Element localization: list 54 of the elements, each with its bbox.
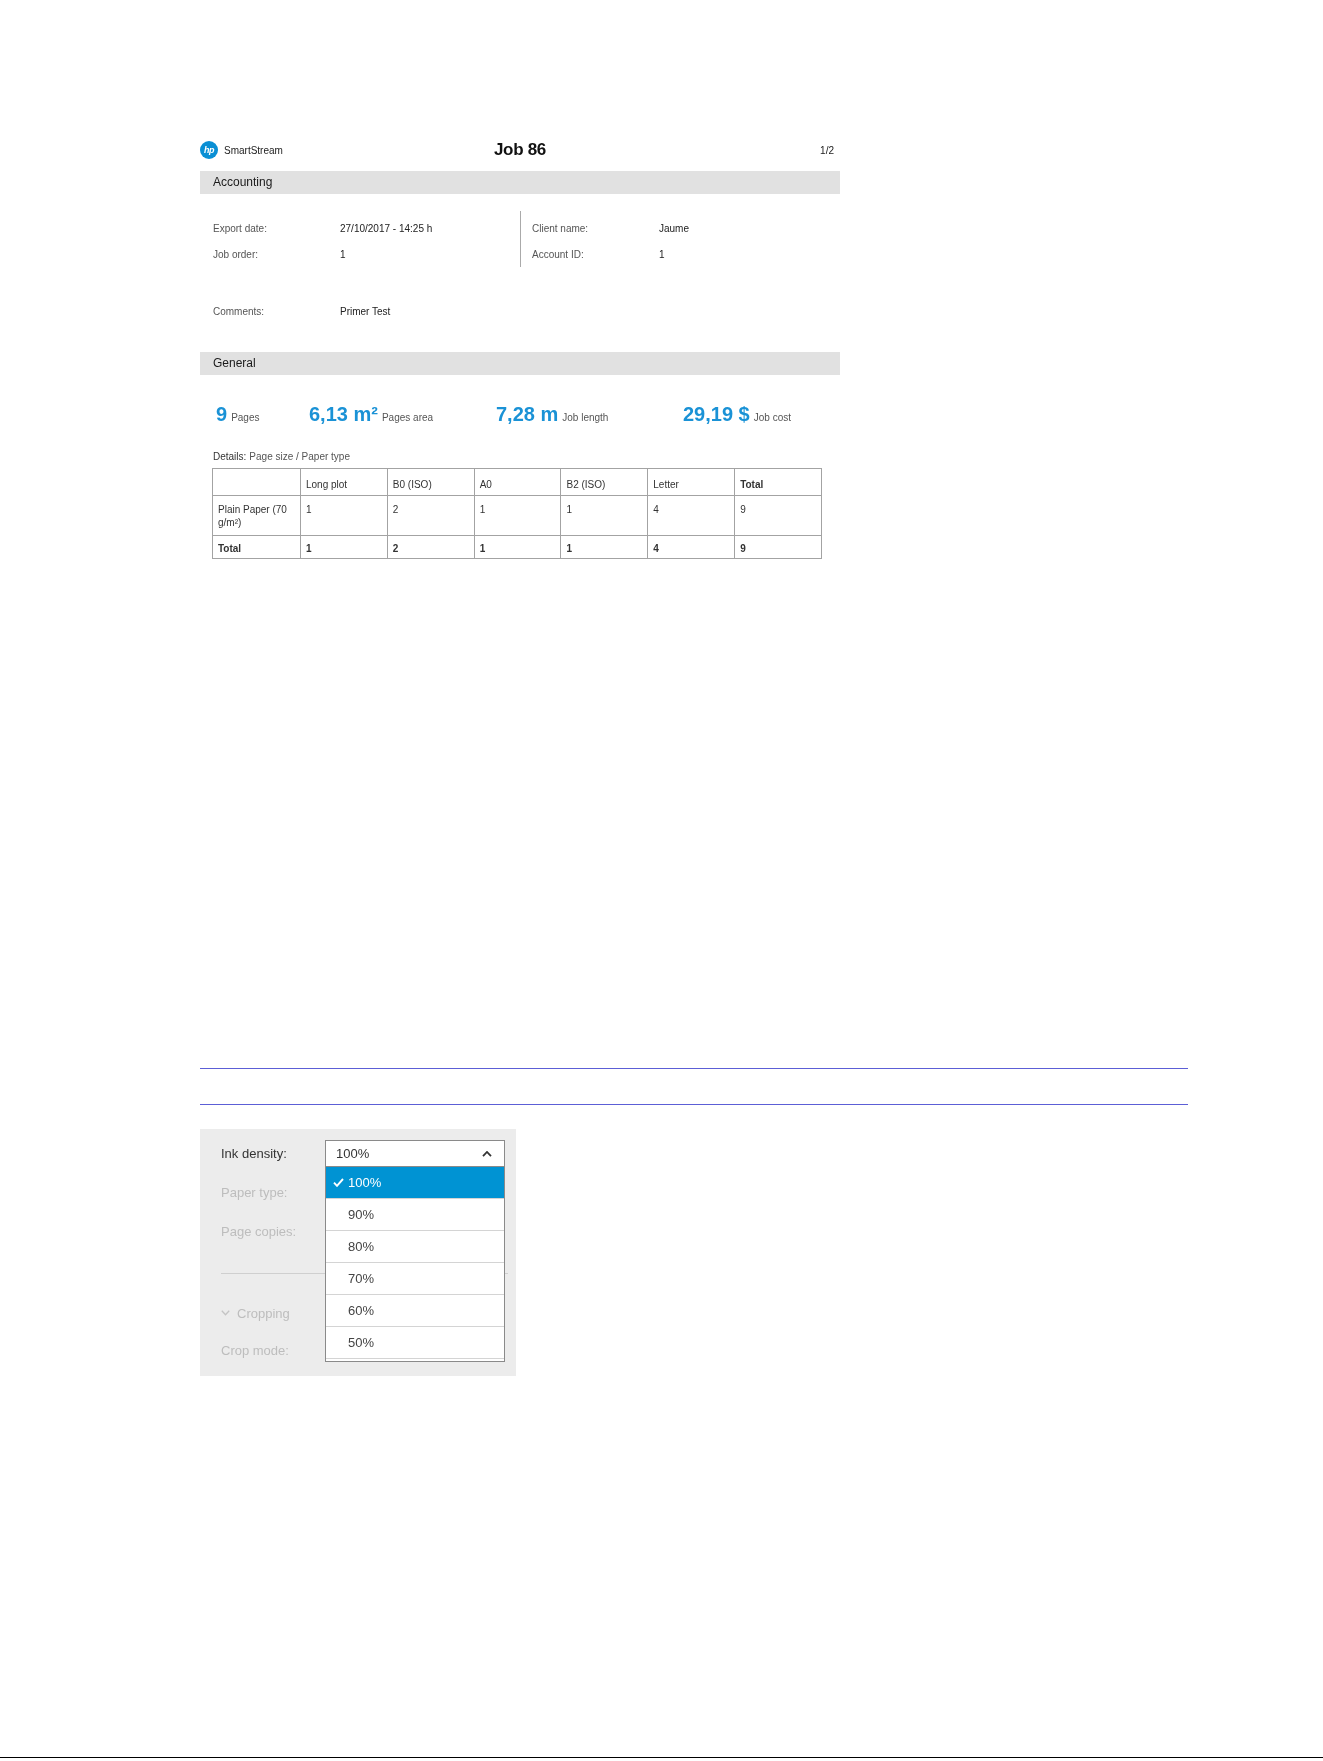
section-header: Accounting: [200, 171, 840, 194]
table-cell: 1: [561, 535, 648, 559]
field-label: Account ID:: [532, 248, 584, 260]
column-header: B0 (ISO): [387, 468, 475, 496]
row-header: Total: [212, 535, 301, 559]
table-cell: 2: [387, 535, 475, 559]
details-text: Page size / Paper type: [249, 450, 350, 464]
setting-label: Ink density:: [221, 1146, 287, 1161]
details-label: Details:: [213, 450, 247, 464]
field-label: Export date:: [213, 222, 267, 234]
page-number: 1/2: [820, 144, 834, 156]
dropdown-option[interactable]: 60%: [326, 1295, 504, 1327]
stat-value: 6,13 m²: [309, 402, 378, 426]
dropdown-option[interactable]: 90%: [326, 1199, 504, 1231]
stat-label: Job length: [562, 411, 609, 423]
column-header: A0: [474, 468, 561, 496]
table-cell: 1: [474, 495, 561, 536]
table-cell: 1: [474, 535, 561, 559]
table-cell: 9: [734, 495, 822, 536]
check-icon: [333, 1178, 344, 1187]
row-header: Plain Paper (70 g/m²): [212, 495, 301, 536]
table-cell: 1: [300, 495, 388, 536]
dropdown-option[interactable]: 80%: [326, 1231, 504, 1263]
field-value: Primer Test: [340, 305, 391, 317]
field-value: 1: [659, 248, 665, 260]
table-cell: 4: [647, 495, 735, 536]
table-cell: 1: [300, 535, 388, 559]
table-cell: 9: [734, 535, 822, 559]
column-header: Long plot: [300, 468, 388, 496]
stat-label: Pages: [231, 411, 260, 423]
field-value: 27/10/2017 - 14:25 h: [340, 222, 433, 234]
stat-label: Pages area: [381, 411, 434, 423]
report-title: Job 86: [493, 140, 547, 160]
dropdown-option[interactable]: 50%: [326, 1327, 504, 1359]
column-header: Letter: [647, 468, 735, 496]
brand-logo: hp: [200, 141, 218, 159]
table-cell: 1: [561, 495, 648, 536]
field-label: Client name:: [532, 222, 589, 234]
stat-value: 29,19 $: [683, 402, 750, 426]
stat-value: 9: [216, 402, 228, 426]
brand-name: SmartStream: [224, 144, 283, 156]
column-header: Total: [734, 468, 822, 496]
field-label: Job order:: [213, 248, 259, 260]
section-header: General: [200, 352, 840, 375]
field-value: Jaume: [659, 222, 689, 234]
column-header: B2 (ISO): [561, 468, 648, 496]
dropdown-field[interactable]: 100%: [325, 1140, 505, 1167]
field-label: Comments:: [213, 305, 265, 317]
table-cell: 2: [387, 495, 475, 536]
field-value: 1: [340, 248, 346, 260]
dropdown-option[interactable]: 70%: [326, 1263, 504, 1295]
table-cell: 4: [647, 535, 735, 559]
stat-label: Job cost: [753, 411, 791, 423]
stat-value: 7,28 m: [496, 402, 559, 426]
